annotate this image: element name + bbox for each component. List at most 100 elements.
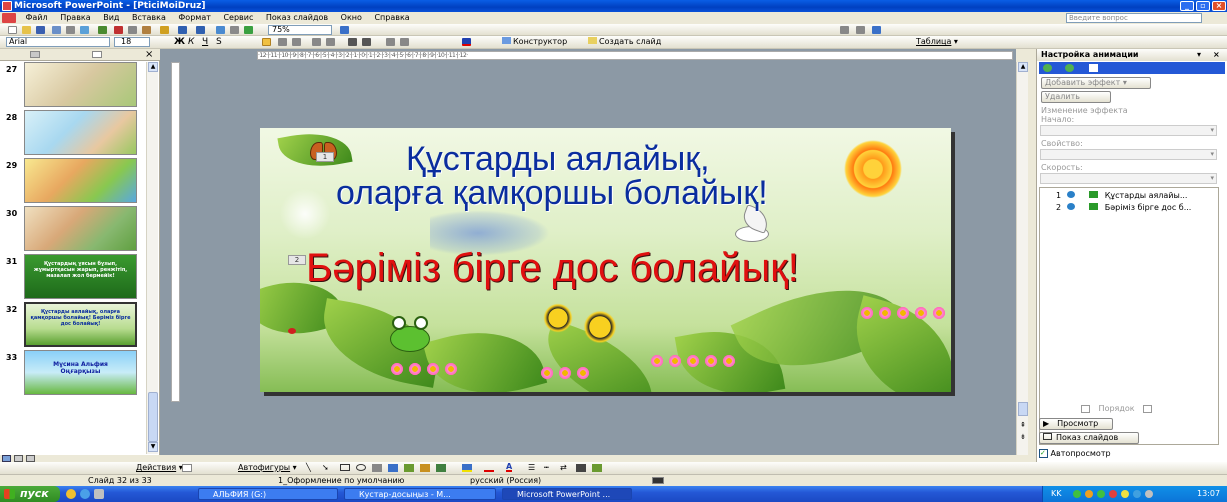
insert-chart-icon[interactable] — [216, 26, 225, 34]
menu-format[interactable]: Формат — [173, 12, 215, 24]
menu-window[interactable]: Окно — [336, 12, 367, 24]
task-powerpoint[interactable]: Microsoft PowerPoint ... — [502, 488, 632, 500]
line-color-icon[interactable] — [484, 464, 494, 472]
add-effect-button[interactable]: Добавить эффект ▾ — [1041, 77, 1151, 89]
close-button[interactable]: × — [1212, 1, 1226, 11]
table-button[interactable]: Таблица ▾ — [916, 37, 958, 46]
open-icon[interactable] — [22, 26, 31, 34]
editor-scrollbar[interactable]: ▲ ⇞ ⇟ — [1016, 62, 1028, 455]
font-name-select[interactable]: Arial — [6, 37, 110, 47]
picture-icon[interactable] — [436, 464, 446, 472]
start-button[interactable]: пуск — [0, 486, 60, 502]
tray-icon[interactable] — [1121, 490, 1129, 498]
menu-insert[interactable]: Вставка — [127, 12, 171, 24]
numbering-icon[interactable] — [312, 38, 321, 46]
forward-icon[interactable] — [1065, 64, 1074, 72]
task-explorer[interactable]: АЛЬФИЯ (G:) — [198, 488, 338, 500]
preview-icon[interactable] — [80, 26, 89, 34]
font-size-select[interactable]: 18 — [114, 37, 150, 47]
animation-tag-1[interactable]: 1 — [316, 152, 334, 162]
clipart-icon[interactable] — [420, 464, 430, 472]
scroll-thumb[interactable] — [148, 392, 158, 442]
print-icon[interactable] — [66, 26, 75, 34]
slideshow-view-icon[interactable] — [26, 455, 35, 462]
autoshapes-menu[interactable]: Автофигуры ▾ — [238, 462, 297, 474]
show-formatting-icon[interactable] — [244, 26, 253, 34]
outline-tab-icon[interactable] — [92, 51, 102, 58]
fill-color-icon[interactable] — [462, 464, 472, 472]
task-pane-close-icon[interactable]: × — [1213, 49, 1220, 61]
effect-item-2[interactable]: 2 Бәріміз бірге дос б... — [1056, 202, 1191, 213]
sorter-view-icon[interactable] — [14, 455, 23, 462]
home-icon[interactable] — [1089, 64, 1098, 72]
arrow-icon[interactable]: ➘ — [322, 462, 329, 474]
shadow-button[interactable]: S — [216, 37, 222, 47]
editor-scroll-thumb[interactable] — [1018, 402, 1028, 416]
slide-canvas[interactable]: Құстарды аялайық, оларға қамқоршы болайы… — [260, 128, 951, 392]
copy-icon[interactable] — [128, 26, 137, 34]
language-tray[interactable]: KK — [1051, 486, 1062, 502]
slideshow-button[interactable]: Показ слайдов — [1039, 432, 1139, 444]
font-color-icon[interactable]: A — [506, 462, 513, 472]
zoom-select[interactable]: 75% — [268, 25, 332, 35]
help-search-input[interactable]: Введите вопрос — [1066, 13, 1202, 23]
scroll-down-arrow[interactable]: ▼ — [148, 442, 158, 452]
paste-icon[interactable] — [142, 26, 151, 34]
slides-tab-icon[interactable] — [30, 51, 40, 58]
powerpoint-app-icon[interactable] — [2, 1, 12, 11]
quicklaunch-icon[interactable] — [94, 489, 104, 499]
menu-edit[interactable]: Правка — [55, 12, 95, 24]
back-icon[interactable] — [1043, 64, 1052, 72]
tray-icon[interactable] — [1145, 490, 1153, 498]
slide-thumbnail-28[interactable]: 28 — [0, 110, 146, 158]
task-word[interactable]: Кустар-досыңыз - М... — [344, 488, 496, 500]
tray-icon[interactable] — [1109, 490, 1117, 498]
task-pane-menu-icon[interactable]: ▾ — [1197, 49, 1201, 61]
format-painter-icon[interactable] — [160, 26, 169, 34]
scroll-up-arrow[interactable]: ▲ — [148, 62, 158, 72]
compare-icon[interactable] — [840, 26, 849, 34]
increase-font-icon[interactable] — [348, 38, 357, 46]
font-color-icon[interactable] — [462, 38, 471, 46]
menu-view[interactable]: Вид — [98, 12, 124, 24]
tray-icon[interactable] — [1085, 490, 1093, 498]
actions-menu[interactable]: Действия ▾ — [136, 462, 183, 474]
clock[interactable]: 13:07 — [1197, 486, 1220, 502]
align-right-icon[interactable] — [292, 38, 301, 46]
oval-icon[interactable] — [356, 464, 366, 471]
editor-scroll-up[interactable]: ▲ — [1018, 62, 1028, 72]
increase-indent-icon[interactable] — [400, 38, 409, 46]
slide-thumbnail-27[interactable]: 27 — [0, 62, 146, 110]
dash-style-icon[interactable]: ┅ — [544, 462, 549, 474]
bullets-icon[interactable] — [326, 38, 335, 46]
undo-icon[interactable] — [178, 26, 187, 34]
save-icon[interactable] — [36, 26, 45, 34]
slide-thumbnail-29[interactable]: 29 — [0, 158, 146, 206]
menu-file[interactable]: Файл — [21, 12, 53, 24]
review-icon[interactable] — [856, 26, 865, 34]
3d-style-icon[interactable] — [592, 464, 602, 472]
redo-icon[interactable] — [196, 26, 205, 34]
designer-button[interactable]: Конструктор — [502, 37, 567, 46]
close-panel-icon[interactable]: × — [145, 49, 153, 60]
menu-slideshow[interactable]: Показ слайдов — [261, 12, 333, 24]
slides-scrollbar[interactable]: ▲ ▼ — [146, 62, 158, 454]
start-select[interactable]: ▾ — [1040, 125, 1217, 136]
normal-view-icon[interactable] — [2, 455, 11, 462]
menu-help[interactable]: Справка — [369, 12, 414, 24]
slide-thumbnail-32[interactable]: 32 Құстарды аялайық, оларға қамқоршы бол… — [0, 302, 146, 350]
bold-button[interactable]: Ж — [174, 37, 185, 47]
line-icon[interactable]: ╲ — [306, 462, 311, 474]
remove-effect-button[interactable]: Удалить — [1041, 91, 1111, 103]
property-select[interactable]: ▾ — [1040, 149, 1217, 160]
align-left-icon[interactable] — [262, 38, 271, 46]
new-icon[interactable] — [8, 26, 17, 34]
underline-button[interactable]: Ч — [202, 37, 208, 47]
decrease-indent-icon[interactable] — [386, 38, 395, 46]
italic-button[interactable]: К — [188, 37, 194, 47]
slide-title-line2[interactable]: оларға қамқоршы болайық! — [336, 174, 768, 213]
slide-thumbnail-31[interactable]: 31 Құстардың ұясын бұзып, жұмыртқасын жа… — [0, 254, 146, 302]
tray-icon[interactable] — [1133, 490, 1141, 498]
preview-button[interactable]: ▶ Просмотр — [1039, 418, 1113, 430]
next-slide-icon[interactable]: ⇟ — [1018, 434, 1028, 442]
